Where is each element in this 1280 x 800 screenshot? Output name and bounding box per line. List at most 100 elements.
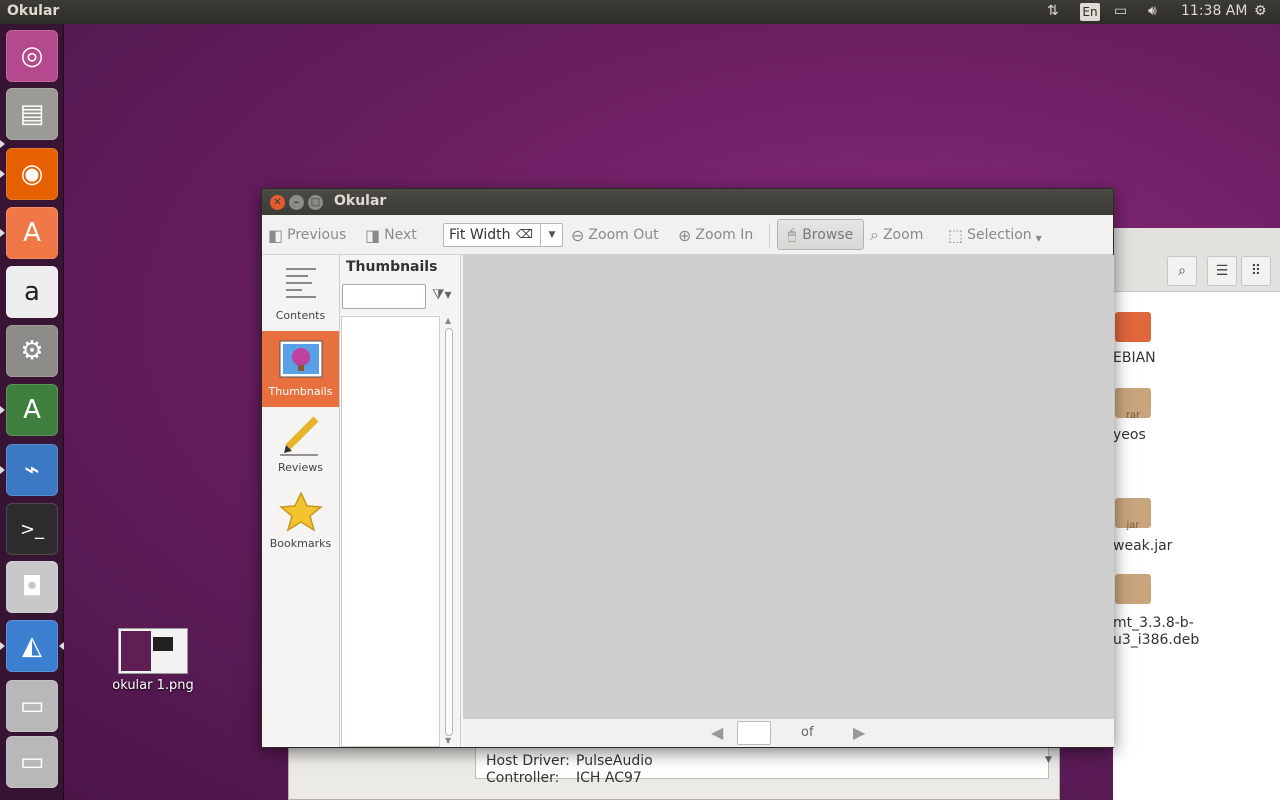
sidebar-item-contents[interactable]: Contents [262,255,339,331]
launcher: ◎ ▤ ◉ Aa ⚙ A ⌁ >_ ◘ ◭ ▭ ▭ [0,24,64,800]
file-label-deb-1[interactable]: mt_3.3.8-b- [1113,615,1194,631]
host-driver-label: Host Driver: [486,753,570,769]
audio-details-panel: Host Driver: PulseAudio Controller: ICH … [475,747,1049,786]
chevron-down-icon[interactable]: ▼ [540,224,563,246]
launcher-software-updater-icon[interactable]: A [6,384,58,436]
search-icon[interactable]: ⌕ [1167,256,1197,286]
jar-archive-icon[interactable]: jar [1115,498,1151,531]
window-title: Okular [334,193,387,209]
file-label-yeos[interactable]: yeos [1113,427,1146,443]
contents-icon [278,263,324,305]
scroll-down-arrow-icon[interactable]: ▼ [445,736,451,745]
thumbnail-scrollbar[interactable]: ▲ ▼ [442,316,456,747]
launcher-drive-1-icon[interactable]: ▭ [6,680,58,732]
toolbar-separator [769,223,770,247]
close-icon[interactable]: ✕ [270,195,285,210]
mouse-icon: 🖱︎ [787,226,797,243]
zoom-in-icon: ⊕ [678,225,692,245]
next-page-icon: ◨ [365,225,381,245]
previous-page-icon: ◧ [268,225,284,245]
launcher-camera-icon[interactable]: ◘ [6,561,58,613]
list-view-icon[interactable]: ☰ [1207,256,1237,286]
file-manager-window: ⌕ ☰ ⠿ EBIAN rar yeos jar weak.jar mt_3.3… [1113,228,1280,800]
selection-label: Selection [967,227,1032,243]
zoom-select[interactable]: Fit Width ⌫ ▼ [443,223,563,247]
zoom-out-button[interactable]: ⊖ Zoom Out [571,221,659,249]
sidebar-item-reviews[interactable]: Reviews [262,407,339,483]
browse-button[interactable]: 🖱︎ Browse [777,219,864,250]
selection-button[interactable]: ⬚ Selection ▼ [948,221,1042,249]
active-app-name: Okular [7,3,60,19]
page-navigation-bar: ◀ of ▶ [463,719,1114,747]
launcher-ubuntu-dash-icon[interactable]: ◎ [6,30,58,82]
file-label-jar[interactable]: weak.jar [1113,538,1172,554]
okular-window: ✕ – □ Okular ◧ Previous ◨ Next Fit Width… [261,188,1114,748]
launcher-drive-2-icon[interactable]: ▭ [6,736,58,788]
zoom-out-label: Zoom Out [588,227,659,243]
zoom-in-button[interactable]: ⊕ Zoom In [678,221,753,249]
zoom-tool-icon: ⌕ [870,225,879,244]
sidebar-item-thumbnails[interactable]: Thumbnails [262,331,339,407]
running-indicator [0,466,5,474]
desktop-file-icon[interactable]: okular 1.png [108,628,198,693]
browse-label: Browse [802,226,854,243]
page-of-label: of [801,725,814,740]
deb-package-icon[interactable] [1115,574,1151,604]
battery-icon[interactable]: ▭ [1114,3,1127,19]
contents-label: Contents [275,309,326,322]
star-icon [278,491,324,533]
volume-icon[interactable]: 🔊︎ [1148,3,1157,19]
maximize-icon[interactable]: □ [308,195,323,210]
running-indicator [0,406,5,414]
zoom-tool-label: Zoom [882,227,924,243]
document-page-view[interactable] [463,255,1114,719]
previous-button[interactable]: ◧ Previous [268,221,346,249]
controller-label: Controller: [486,770,560,786]
scrollbar-track[interactable] [445,328,453,736]
controller-value: ICH AC97 [576,770,642,786]
thumbnails-panel-title: Thumbnails [346,259,438,275]
page-number-input[interactable] [737,721,771,745]
filter-icon[interactable]: ⧩▾ [432,287,452,303]
pencil-icon [278,415,324,457]
launcher-files-icon[interactable]: ▤ [6,88,58,140]
reviews-label: Reviews [278,461,323,474]
file-label-ebian[interactable]: EBIAN [1113,350,1156,366]
grid-view-icon[interactable]: ⠿ [1241,256,1271,286]
zoom-tool-button[interactable]: ⌕ Zoom [870,221,923,249]
file-label-deb-2[interactable]: u3_i386.deb [1113,632,1199,648]
clear-icon[interactable]: ⌫ [516,227,533,241]
launcher-system-monitor-icon[interactable]: ⌁ [6,444,58,496]
launcher-firefox-icon[interactable]: ◉ [6,148,58,200]
sidebar-item-bookmarks[interactable]: Bookmarks [262,483,339,559]
running-indicator [0,642,5,650]
running-indicator [0,170,5,178]
launcher-system-settings-icon[interactable]: ⚙ [6,325,58,377]
clock[interactable]: 11:38 AM [1181,3,1247,19]
network-updown-icon[interactable]: ⇅ [1047,3,1059,19]
scroll-up-arrow-icon[interactable]: ▲ [445,316,451,325]
scroll-down-arrow-icon[interactable]: ▼ [1045,755,1055,779]
thumbnail-list[interactable] [341,316,440,747]
file-manager-header: ⌕ ☰ ⠿ [1113,228,1280,292]
thumbnails-panel: Thumbnails ⧩▾ ▲ ▼ [340,255,461,747]
thumbnail-search-input[interactable] [342,284,426,309]
chevron-down-icon: ▼ [1035,233,1042,243]
keyboard-layout-indicator[interactable]: En [1080,3,1100,21]
launcher-software-center-icon[interactable]: A [6,207,58,259]
okular-toolbar: ◧ Previous ◨ Next Fit Width ⌫ ▼ ⊖ Zoom O… [262,215,1113,255]
archive-icon[interactable]: rar [1115,388,1151,421]
launcher-okular-icon[interactable]: ◭ [6,620,58,672]
previous-page-arrow-icon[interactable]: ◀ [711,723,723,742]
zoom-value: Fit Width [449,227,511,243]
launcher-amazon-icon[interactable]: a [6,266,58,318]
selection-icon: ⬚ [948,225,964,245]
folder-lock-icon[interactable] [1115,312,1151,342]
next-page-arrow-icon[interactable]: ▶ [853,723,865,742]
next-button[interactable]: ◨ Next [365,221,417,249]
launcher-terminal-icon[interactable]: >_ [6,503,58,555]
host-driver-value: PulseAudio [576,753,653,769]
settings-gear-icon[interactable]: ⚙ [1254,3,1267,19]
minimize-icon[interactable]: – [289,195,304,210]
okular-titlebar[interactable]: ✕ – □ Okular [262,189,1113,215]
